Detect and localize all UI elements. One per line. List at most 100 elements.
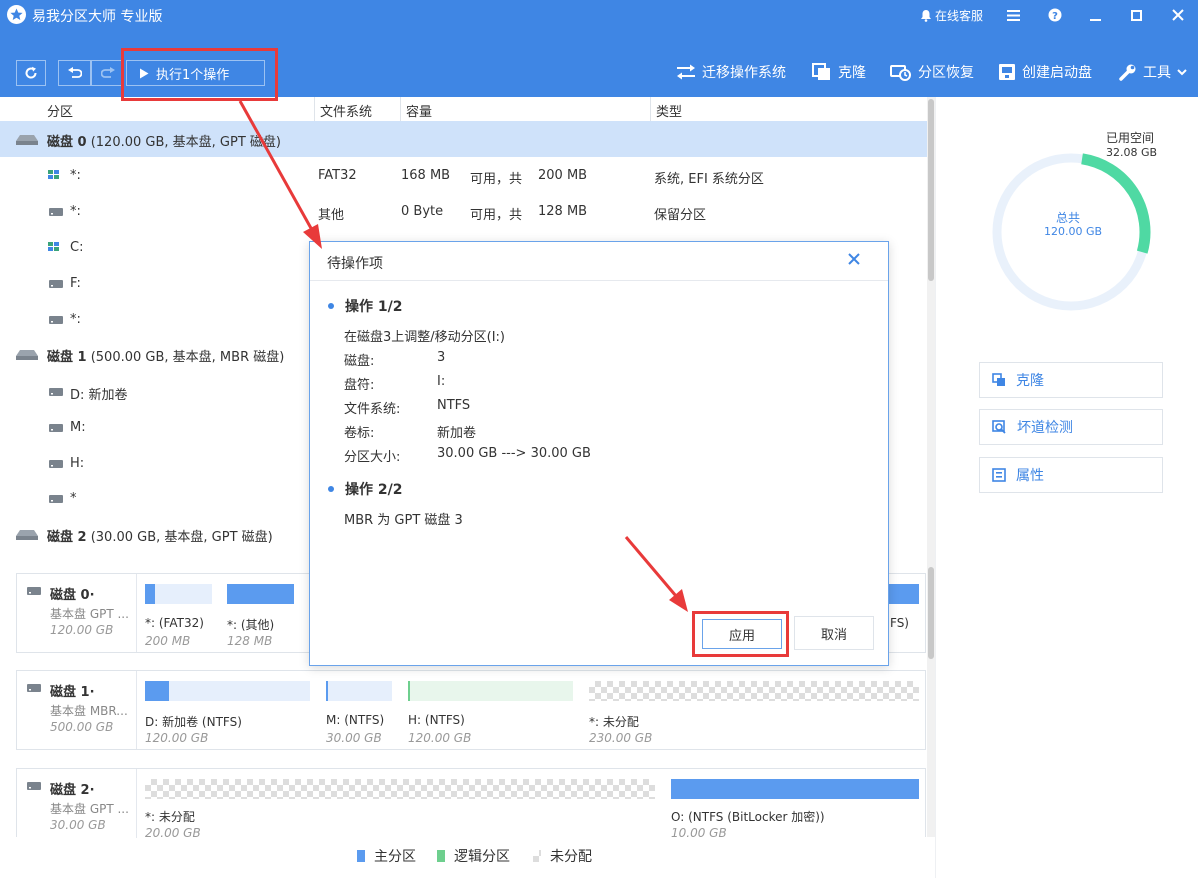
dialog-close-button[interactable] (848, 253, 860, 269)
legend-swatch (357, 850, 365, 862)
menu-button[interactable] (993, 0, 1034, 30)
clone-icon (812, 63, 830, 80)
segment-size: 128 MB (227, 634, 273, 648)
help-button[interactable]: ? (1034, 0, 1075, 30)
disk-map-2[interactable]: 磁盘 2· 基本盘 GPT ... 30.00 GB *: 未分配 20.00 … (16, 768, 926, 840)
chevron-down-icon (1177, 68, 1187, 75)
maximize-button[interactable] (1116, 0, 1157, 30)
drive-icon (27, 587, 41, 595)
close-window-button[interactable] (1157, 0, 1198, 30)
side-clone-label: 克隆 (1016, 373, 1044, 389)
hard-disk-icon (16, 135, 38, 145)
disk-map-1[interactable]: 磁盘 1· 基本盘 MBR... 500.00 GB D: 新加卷 (NTFS)… (16, 670, 926, 750)
total-space-label: 总共 (1056, 211, 1081, 225)
undo-icon (67, 67, 82, 78)
close-icon (1171, 9, 1184, 21)
operation-1-disk-value: 3 (437, 350, 446, 365)
disk-1-name: 磁盘 1 (47, 350, 87, 365)
svg-text:?: ? (1052, 11, 1058, 22)
minimize-button[interactable] (1075, 0, 1116, 30)
undo-button[interactable] (58, 60, 91, 86)
operation-1-size-label: 分区大小: (344, 450, 401, 465)
segment-size: 120.00 GB (408, 731, 472, 745)
segment-label: *: 未分配 (145, 810, 195, 824)
segment-size: 30.00 GB (326, 731, 382, 745)
bullet-icon (328, 303, 334, 309)
column-header-partition[interactable]: 分区 (47, 101, 73, 120)
segment-label: FS) (890, 616, 909, 630)
clone-button[interactable]: 克隆 (812, 62, 866, 82)
partition-free: 168 MB (401, 168, 451, 183)
drive-icon (27, 684, 41, 692)
menu-icon (1007, 9, 1020, 21)
dialog-title: 待操作项 (327, 256, 383, 272)
app-logo-icon (7, 5, 26, 24)
operation-1-heading: 操作 1/2 (328, 296, 402, 316)
redo-button[interactable] (91, 60, 124, 86)
column-header-type[interactable]: 类型 (656, 101, 682, 120)
disk-map-title: 磁盘 0· (50, 588, 95, 603)
partition-segment[interactable] (326, 681, 392, 701)
partition-segment[interactable] (889, 584, 919, 604)
scrollbar-thumb-bottom[interactable] (928, 567, 934, 659)
partition-segment[interactable] (145, 584, 212, 604)
cancel-button[interactable]: 取消 (794, 616, 874, 650)
scrollbar-thumb-top[interactable] (928, 99, 934, 281)
partition-free: 0 Byte (401, 204, 444, 219)
partition-name: *: (70, 204, 81, 219)
column-divider (400, 97, 401, 121)
segment-label: *: 未分配 (589, 715, 639, 729)
drive-icon (49, 424, 63, 432)
partition-row[interactable]: *: FAT32 168 MB 可用，共 200 MB 系统, EFI 系统分区 (0, 158, 927, 194)
properties-button[interactable]: 属性 (979, 457, 1163, 493)
tools-menu-button[interactable]: 工具 (1119, 62, 1187, 82)
segment-label: *: (FAT32) (145, 616, 204, 630)
partition-segment[interactable] (408, 681, 573, 701)
disk-map-type: 基本盘 MBR... (50, 704, 128, 718)
legend-swatch (533, 850, 541, 862)
operation-2-heading: 操作 2/2 (328, 479, 402, 499)
bad-sector-check-button[interactable]: 坏道检测 (979, 409, 1163, 445)
online-service-label: 在线客服 (934, 8, 983, 23)
wrench-icon (1119, 64, 1136, 81)
partition-segment[interactable] (145, 681, 310, 701)
partition-segment[interactable] (227, 584, 294, 604)
windows-partition-icon (48, 242, 59, 251)
tools-label: 工具 (1143, 65, 1171, 81)
partition-row[interactable]: *: 其他 0 Byte 可用，共 128 MB 保留分区 (0, 194, 927, 230)
segment-size: 200 MB (145, 634, 191, 648)
help-icon: ? (1048, 8, 1061, 22)
operation-1-letter-label: 盘符: (344, 378, 375, 393)
unallocated-segment[interactable] (589, 681, 919, 701)
legend-unallocated: 未分配 (533, 846, 592, 866)
column-header-filesystem[interactable]: 文件系统 (320, 101, 372, 120)
refresh-button[interactable] (16, 60, 46, 86)
right-panel: 已用空间 32.08 GB 总共 120.00 GB 克隆 坏道检测 属性 (935, 97, 1198, 878)
side-clone-button[interactable]: 克隆 (979, 362, 1163, 398)
online-service-link[interactable]: 在线客服 (920, 7, 983, 24)
create-bootdisk-label: 创建启动盘 (1022, 65, 1092, 81)
column-header-capacity[interactable]: 容量 (406, 101, 432, 120)
apply-button-highlight (692, 611, 789, 657)
windows-partition-icon (48, 170, 59, 179)
bell-icon (920, 9, 931, 22)
vertical-scrollbar[interactable] (927, 97, 935, 837)
legend-swatch (437, 850, 445, 862)
operation-1-letter-value: I: (437, 374, 446, 389)
disk-map-size: 120.00 GB (50, 623, 114, 637)
migrate-os-button[interactable]: 迁移操作系统 (676, 62, 786, 82)
operation-1-size-value: 30.00 GB ---> 30.00 GB (437, 446, 591, 461)
disk-row-0[interactable]: 磁盘 0 (120.00 GB, 基本盘, GPT 磁盘) (0, 121, 927, 157)
maximize-icon (1131, 9, 1142, 21)
title-bar: 易我分区大师 专业版 在线客服 ? (0, 0, 1198, 30)
drive-icon (49, 316, 63, 324)
disk-0-info: (120.00 GB, 基本盘, GPT 磁盘) (90, 135, 281, 150)
partition-segment[interactable] (671, 779, 919, 799)
segment-label: *: (其他) (227, 618, 275, 632)
close-icon (848, 253, 860, 265)
unallocated-segment[interactable] (145, 779, 655, 799)
partition-recovery-button[interactable]: 分区恢复 (890, 62, 974, 82)
segment-size: 230.00 GB (589, 731, 653, 745)
partition-type: 系统, EFI 系统分区 (654, 172, 764, 187)
create-bootdisk-button[interactable]: 创建启动盘 (998, 62, 1092, 82)
